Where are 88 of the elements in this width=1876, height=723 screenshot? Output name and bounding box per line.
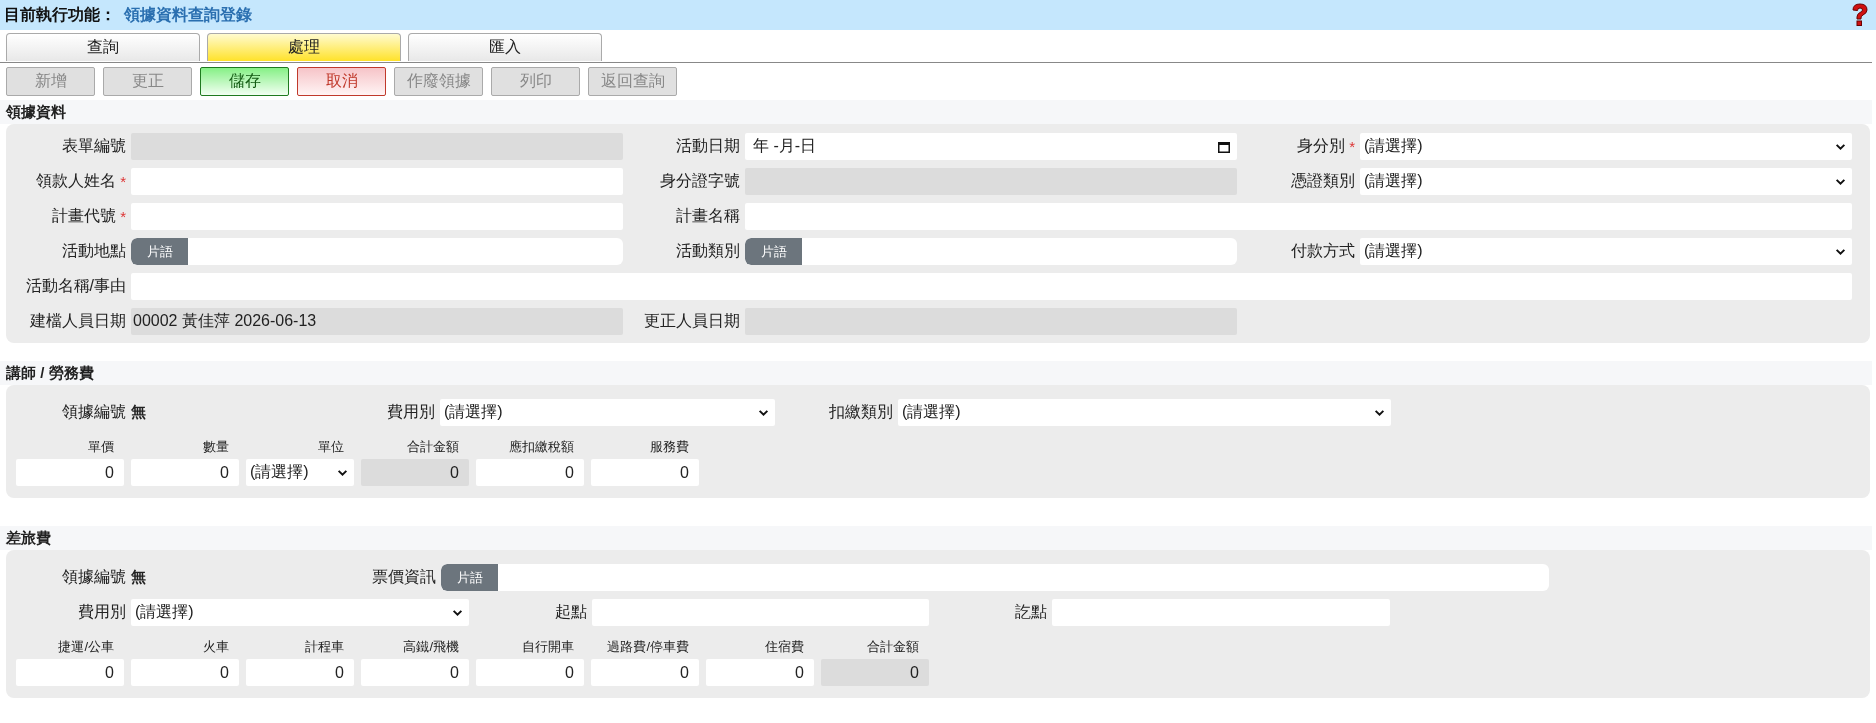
amount-label: 住宿費 [764,638,805,656]
number-field[interactable]: 0 [16,659,124,686]
receipt-number: 無 [131,568,147,587]
amount-label: 高鐵/飛機 [402,638,460,656]
number-field[interactable]: 0 [706,659,814,686]
select-field[interactable]: (請選擇) [1360,168,1852,195]
amount-label: 捷運/公車 [57,638,115,656]
chevron-down-icon [452,607,463,618]
field-label: 活動類別 [676,241,740,261]
field-label: 更正人員日期 [644,311,740,331]
select-field[interactable]: (請選擇) [1360,238,1852,265]
chevron-down-icon [1835,141,1846,152]
phrase-field[interactable]: 片語 [441,564,1549,591]
amount-label: 自行開車 [521,638,575,656]
readonly-field: 0 [821,659,929,686]
number-field[interactable]: 0 [476,459,584,486]
field-label: 建檔人員日期 [30,311,126,331]
amount-label: 數量 [202,438,230,456]
number-field[interactable]: 0 [591,459,699,486]
number-field[interactable]: 0 [246,659,354,686]
field-label: 訖點 [1015,602,1047,622]
field-label: 領據編號 [62,402,126,422]
chevron-down-icon [1374,407,1385,418]
header-label: 目前執行功能： [4,4,116,25]
calendar-icon [1217,139,1231,154]
number-field[interactable]: 0 [16,459,124,486]
phrase-field[interactable]: 片語 [131,238,623,265]
number-field[interactable]: 0 [591,659,699,686]
toolbar-button[interactable]: 取消 [297,67,386,96]
readonly-field: 00002 黃佳萍 2026-06-13 [131,308,623,335]
select-field[interactable]: (請選擇) [1360,133,1852,160]
amount-label: 合計金額 [866,638,920,656]
field-label: 身分證字號 [660,171,740,191]
tab[interactable]: 匯入 [408,33,602,61]
required-mark: * [120,208,126,225]
field-label: 費用別 [78,602,126,622]
phrase-field[interactable]: 片語 [745,238,1237,265]
field-label: 票價資訊 [372,567,436,587]
receipt-number: 無 [131,403,147,422]
select-field[interactable]: (請選擇) [440,399,775,426]
chevron-down-icon [337,467,348,478]
amount-label: 過路費/停車費 [606,638,690,656]
amount-label: 單價 [87,438,115,456]
section-title: 領據資料 [0,100,1872,124]
amount-label: 合計金額 [406,438,460,456]
amount-label: 計程車 [304,638,345,656]
toolbar-button[interactable]: 儲存 [200,67,289,96]
number-field[interactable]: 0 [476,659,584,686]
chevron-down-icon [1835,176,1846,187]
chevron-down-icon [758,407,769,418]
current-function: 領據資料查詢登錄 [124,4,252,25]
field-label: 活動地點 [62,241,126,261]
required-mark: * [120,173,126,190]
field-label: 領據編號 [62,567,126,587]
select-field[interactable]: (請選擇) [246,459,354,486]
amount-label: 應扣繳稅額 [508,438,575,456]
phrase-button[interactable]: 片語 [745,238,802,265]
field-label: 活動名稱/事由 [25,276,126,296]
amount-label: 服務費 [649,438,690,456]
field-label: 憑證類別 [1291,171,1355,191]
phrase-button[interactable]: 片語 [441,564,498,591]
field-label: 扣繳類別 [829,402,893,422]
number-field[interactable]: 0 [131,459,239,486]
field-label: 計畫名稱 [676,206,740,226]
field-label: 活動日期 [676,136,740,156]
chevron-down-icon [1835,246,1846,257]
help-icon[interactable] [1850,3,1870,27]
field-label: 身分別 [1297,136,1346,156]
readonly-field: 0 [361,459,469,486]
amount-label: 單位 [317,438,345,456]
tab[interactable]: 處理 [207,33,401,61]
field-label: 付款方式 [1291,241,1355,261]
date-field[interactable]: 年 -月-日 [745,133,1237,160]
field-label: 起點 [555,602,587,622]
amount-label: 火車 [202,638,230,656]
select-field[interactable]: (請選擇) [898,399,1391,426]
number-field[interactable]: 0 [361,659,469,686]
select-field[interactable]: (請選擇) [131,599,469,626]
field-label: 計畫代號 [52,206,117,226]
section-title: 講師 / 勞務費 [0,361,1872,385]
field-label: 領款人姓名 [36,171,117,191]
tab[interactable]: 查詢 [6,33,200,61]
field-label: 費用別 [387,402,435,422]
section-title: 差旅費 [0,526,1872,550]
number-field[interactable]: 0 [131,659,239,686]
required-mark: * [1349,138,1355,155]
field-label: 表單編號 [62,136,126,156]
phrase-button[interactable]: 片語 [131,238,188,265]
